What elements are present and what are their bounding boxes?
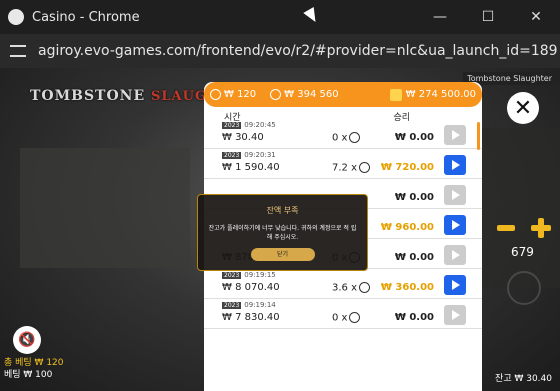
row-win: ₩ 0.00 [394,252,434,263]
row-win: ₩ 0.00 [394,132,434,143]
logo-line1: TOMBSTONE [30,88,146,104]
header-balance: ₩ 274 500.00 [405,89,476,100]
decrease-bet-button[interactable] [497,225,515,231]
row-multiplier: 7.2 x [332,162,370,174]
row-date-tag: 2023 [222,302,242,309]
row-multiplier-text: 0 x [332,132,348,144]
replay-button[interactable] [444,215,466,235]
background-building [20,148,190,268]
balance-stat: ₩ 274 500.00 [389,88,476,101]
col-win: 승리 [393,113,410,123]
browser-titlebar: Casino - Chrome — ☐ ✕ [0,0,560,34]
coin-icon [210,89,221,100]
history-row: 2023 09:19:14 ₩ 7 830.40 0 x ₩ 0.00 [204,299,482,329]
history-row: 2023 09:19:15 ₩ 8 070.40 3.6 x ₩ 360.00 [204,269,482,299]
row-time-text: 09:19:14 [244,301,276,309]
row-multiplier: 0 x [332,312,361,324]
row-bet: ₩ 8 070.40 [222,282,280,293]
row-date-tag: 2023 [222,272,242,279]
site-settings-icon[interactable] [10,45,26,57]
bet-count: 679 [511,245,534,259]
smiley-icon [349,312,361,323]
history-row: 2023 09:20:31 ₩ 1 590.40 7.2 x ₩ 720.00 [204,149,482,179]
insufficient-balance-dialog: 잔액 부족 잔고가 플레이하기에 너무 낮습니다. 귀하의 계정으로 적 립해 … [197,194,368,271]
row-win: ₩ 0.00 [394,312,434,323]
maximize-button[interactable]: ☐ [464,0,512,34]
row-time-text: 09:20:31 [244,151,276,159]
row-win: ₩ 360.00 [380,282,434,293]
dialog-close-button[interactable]: 닫기 [250,248,315,261]
replay-button[interactable] [444,245,466,265]
balance-label: 잔고 ₩ 30.40 [495,374,552,384]
dialog-message: 잔고가 플레이하기에 너무 낮습니다. 귀하의 계정으로 적 립해 주십시오. [208,225,357,241]
col-time: 시간 [224,113,241,123]
row-bet: ₩ 30.40 [222,132,264,143]
replay-button[interactable] [444,305,466,325]
history-scrollbar[interactable] [477,122,480,150]
url-text[interactable]: agiroy.evo-games.com/frontend/evo/r2/#pr… [38,43,558,59]
dialog-title: 잔액 부족 [266,206,299,215]
smiley-icon [349,132,361,143]
window-title: Casino - Chrome [32,9,140,25]
row-time: 2023 09:20:45 [222,121,276,129]
row-bet: ₩ 1 590.40 [222,162,280,173]
row-time-text: 09:20:45 [244,121,276,129]
minimize-button[interactable]: — [416,0,464,34]
spin-button[interactable] [507,271,541,305]
history-header: ₩ 120 ₩ 394 560 ₩ 274 500.00 [204,82,482,107]
row-multiplier: 0 x [332,132,361,144]
row-multiplier-text: 3.6 x [332,282,357,294]
close-history-button[interactable]: ✕ [507,92,539,124]
replay-button[interactable] [444,275,466,295]
replay-button[interactable] [444,185,466,205]
bet-label: 베팅 ₩ 100 [4,370,53,380]
sound-toggle-button[interactable]: 🔇 [13,326,41,354]
coin-stat-2: ₩ 394 560 [270,89,339,100]
row-win: ₩ 0.00 [394,192,434,203]
coin-stat: ₩ 120 [210,89,256,100]
row-win: ₩ 720.00 [380,162,434,173]
row-multiplier-text: 7.2 x [332,162,357,174]
increase-bet-button-vertical[interactable] [538,218,544,238]
close-window-button[interactable]: ✕ [512,0,560,34]
row-time-text: 09:19:15 [244,271,276,279]
globe-icon [8,9,24,25]
money-bag-icon [389,88,402,101]
history-row: 2023 09:20:45 ₩ 30.40 0 x ₩ 0.00 [204,119,482,149]
bet-info: 총 베팅 ₩ 120 베팅 ₩ 100 [4,357,64,381]
smiley-icon [359,282,370,293]
replay-button[interactable] [444,125,466,145]
row-date-tag: 2023 [222,152,242,159]
smiley-icon [359,162,370,173]
total-bet-label: 총 베팅 ₩ 120 [4,358,64,368]
background-building [470,128,560,288]
column-headers: 시간 승리 [204,107,482,123]
row-date-tag: 2023 [222,122,242,129]
coin-value: ₩ 120 [224,89,257,100]
row-time: 2023 09:19:14 [222,301,276,309]
coin2-value: ₩ 394 560 [284,89,339,100]
row-time: 2023 09:19:15 [222,271,276,279]
row-multiplier: 3.6 x [332,282,370,294]
row-multiplier-text: 0 x [332,312,348,324]
replay-button[interactable] [444,155,466,175]
address-bar: agiroy.evo-games.com/frontend/evo/r2/#pr… [0,34,560,68]
coin-icon [270,89,282,100]
row-win: ₩ 960.00 [380,222,434,233]
window-controls: — ☐ ✕ [416,0,560,34]
row-bet: ₩ 7 830.40 [222,312,280,323]
row-time: 2023 09:20:31 [222,151,276,159]
